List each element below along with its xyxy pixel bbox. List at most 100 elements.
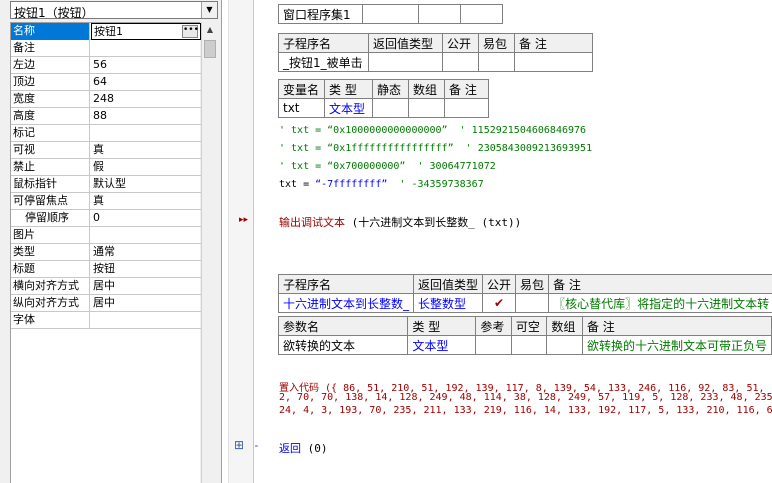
param-header-nullable: 可空 xyxy=(510,316,548,336)
plus-icon[interactable]: + xyxy=(255,439,259,453)
param-name[interactable]: 欲转换的文本 xyxy=(277,335,409,355)
sub2-name[interactable]: 十六进制文本到长整数_ xyxy=(277,293,415,313)
ellipsis-icon[interactable]: ••• xyxy=(182,25,199,38)
var-name[interactable]: txt xyxy=(278,98,325,118)
property-grid: 名称 按钮1 ••• 备注 左边 56 顶边 64 宽度 248 高度 88 标记 可视真禁止假鼠标指针默… xyxy=(10,22,201,483)
property-value[interactable] xyxy=(91,227,201,244)
embed-code-line[interactable]: 24, 4, 3, 193, 70, 235, 211, 133, 219, 1… xyxy=(279,405,772,416)
sub-header-public: 公开 xyxy=(442,33,479,53)
var-type[interactable]: 文本型 xyxy=(324,98,373,118)
param-header-array: 数组 xyxy=(546,316,583,336)
property-value[interactable]: 通常 xyxy=(91,244,201,261)
property-name: 停留顺序 xyxy=(11,210,90,227)
assembly-table: 窗口程序集1 xyxy=(278,4,503,24)
debug-output-line[interactable]: 输出调试文本 (十六进制文本到长整数_ (txt)) xyxy=(279,214,521,230)
property-row[interactable]: 高度 88 xyxy=(11,108,201,125)
checkmark-icon[interactable]: ✔ xyxy=(482,293,517,313)
property-name: 禁止 xyxy=(11,159,90,176)
parameter-table: 参数名 类 型 参考 可空 数组 备 注 欲转换的文本 文本型 欲转换的十六进制… xyxy=(277,316,772,355)
sub-header-package: 易包 xyxy=(478,33,515,53)
property-value[interactable] xyxy=(91,125,201,142)
embed-code-line[interactable]: 2, 70, 70, 138, 14, 128, 249, 48, 114, 3… xyxy=(279,392,772,403)
property-row[interactable]: 字体 xyxy=(11,312,201,329)
property-row[interactable]: 标题 按钮 xyxy=(11,261,201,278)
property-value[interactable]: 按钮1 ••• xyxy=(91,23,201,40)
scrollbar-thumb[interactable] xyxy=(204,40,216,58)
sub2-note[interactable]: 〖核心替代库〗将指定的十六进制文本转 xyxy=(548,293,772,313)
object-selector-dropdown[interactable]: 按钮1（按钮） ▼ xyxy=(10,1,218,20)
sub-table-button-click: 子程序名 返回值类型 公开 易包 备 注 _按钮1_被单击 xyxy=(278,33,593,72)
sub2-header-package: 易包 xyxy=(515,274,550,294)
assignment-line[interactable]: txt = “-7ffffffff” ' -34359738367 xyxy=(279,179,484,190)
sub-table-hex-to-long: 子程序名 返回值类型 公开 易包 备 注 十六进制文本到长整数_ 长整数型 ✔ … xyxy=(277,274,772,313)
property-value[interactable]: 居中 xyxy=(91,295,201,312)
assembly-name[interactable]: 窗口程序集1 xyxy=(278,4,363,24)
property-row[interactable]: 停留顺序 0 xyxy=(11,210,201,227)
property-scrollbar[interactable]: ▲ xyxy=(201,22,218,483)
property-row[interactable]: 左边 56 xyxy=(11,57,201,74)
property-row[interactable]: 标记 xyxy=(11,125,201,142)
chevron-down-icon[interactable]: ▼ xyxy=(201,2,217,18)
property-value[interactable] xyxy=(91,40,201,57)
property-value[interactable]: 按钮 xyxy=(91,261,201,278)
sub-header-name: 子程序名 xyxy=(278,33,369,53)
property-value[interactable]: 56 xyxy=(91,57,201,74)
property-row[interactable]: 备注 xyxy=(11,40,201,57)
property-name: 字体 xyxy=(11,312,90,329)
variable-table: 变量名 类 型 静态 数组 备 注 txt 文本型 xyxy=(278,79,489,118)
var-header-note: 备 注 xyxy=(444,79,489,99)
property-row[interactable]: 鼠标指针 默认型 xyxy=(11,176,201,193)
property-name: 纵向对齐方式 xyxy=(11,295,90,312)
code-gutter: ▸▸ ⊞ xyxy=(228,0,254,483)
property-row[interactable]: 名称 按钮1 ••• xyxy=(11,23,201,40)
property-value[interactable]: 88 xyxy=(91,108,201,125)
property-name: 宽度 xyxy=(11,91,90,108)
tree-expand-icon[interactable]: ⊞ xyxy=(234,438,244,452)
property-row[interactable]: 横向对齐方式 居中 xyxy=(11,278,201,295)
property-row[interactable]: 顶边 64 xyxy=(11,74,201,91)
sub2-return-type[interactable]: 长整数型 xyxy=(413,293,484,313)
property-name: 横向对齐方式 xyxy=(11,278,90,295)
param-note[interactable]: 欲转换的十六进制文本可带正负号 xyxy=(581,335,772,355)
comment-line[interactable]: ' txt = “0x1ffffffffffffffff” ' 23058430… xyxy=(279,143,592,154)
property-value[interactable]: 居中 xyxy=(91,278,201,295)
property-row[interactable]: 禁止假 xyxy=(11,159,201,176)
property-row[interactable]: 类型 通常 xyxy=(11,244,201,261)
sub-name[interactable]: _按钮1_被单击 xyxy=(278,52,369,72)
property-name: 标记 xyxy=(11,125,90,142)
property-row[interactable]: 纵向对齐方式 居中 xyxy=(11,295,201,312)
property-panel: 按钮1（按钮） ▼ 名称 按钮1 ••• 备注 左边 56 顶边 64 宽度 248 高度 88 标记可… xyxy=(0,0,222,483)
property-row[interactable]: 可停留焦点真 xyxy=(11,193,201,210)
property-row[interactable]: 宽度 248 xyxy=(11,91,201,108)
property-name: 左边 xyxy=(11,57,90,74)
comment-line[interactable]: ' txt = “0x700000000” ' 30064771072 xyxy=(279,161,496,172)
property-row[interactable]: 图片 xyxy=(11,227,201,244)
param-type[interactable]: 文本型 xyxy=(407,335,477,355)
return-line[interactable]: 返回 (0) xyxy=(279,440,328,456)
property-row[interactable]: 可视真 xyxy=(11,142,201,159)
property-name: 可视 xyxy=(11,142,90,159)
property-name: 备注 xyxy=(11,40,90,57)
property-value[interactable] xyxy=(91,312,201,329)
property-value[interactable]: 64 xyxy=(91,74,201,91)
var-header-name: 变量名 xyxy=(278,79,325,99)
property-name: 名称 xyxy=(11,23,90,40)
property-name: 标题 xyxy=(11,261,90,278)
scroll-up-arrow-icon[interactable]: ▲ xyxy=(202,22,218,38)
property-name: 顶边 xyxy=(11,74,90,91)
code-editor[interactable]: 窗口程序集1 子程序名 返回值类型 公开 易包 备 注 _按钮1_被单击 变量名… xyxy=(255,0,772,483)
property-name: 高度 xyxy=(11,108,90,125)
comment-line[interactable]: ' txt = “0x1000000000000000” ' 115292150… xyxy=(279,125,586,136)
sub-header-note: 备 注 xyxy=(514,33,593,53)
property-name: 鼠标指针 xyxy=(11,176,90,193)
property-value[interactable]: 默认型 xyxy=(91,176,201,193)
sub2-header-return: 返回值类型 xyxy=(413,274,484,294)
property-value[interactable]: 真 xyxy=(91,142,201,159)
property-value[interactable]: 假 xyxy=(91,159,201,176)
property-value[interactable]: 真 xyxy=(91,193,201,210)
param-header-ref: 参考 xyxy=(475,316,512,336)
property-value[interactable]: 0 xyxy=(91,210,201,227)
property-value[interactable]: 248 xyxy=(91,91,201,108)
param-header-note: 备 注 xyxy=(581,316,772,336)
object-selector-value: 按钮1（按钮） xyxy=(14,6,94,20)
